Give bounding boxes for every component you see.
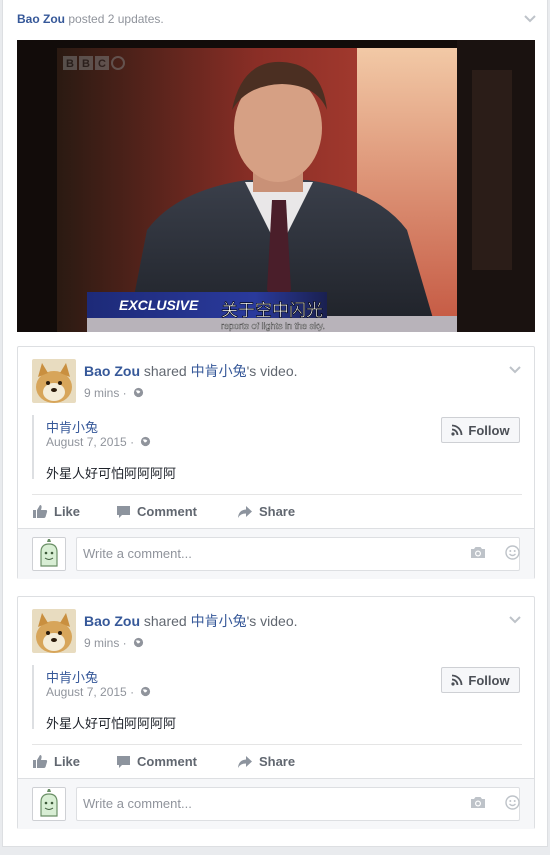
comment-button[interactable]: Comment bbox=[116, 754, 197, 769]
action-bar: Like Comment Share bbox=[32, 494, 522, 528]
camera-icon[interactable] bbox=[470, 546, 486, 559]
share-icon bbox=[237, 505, 252, 518]
post-header: Bao Zou shared 中肯小兔's video. bbox=[84, 362, 298, 380]
shared-post-card: Bao Zou shared 中肯小兔's video. 9 mins · 中肯… bbox=[17, 346, 535, 579]
shared-date: August 7, 2015 · bbox=[46, 685, 151, 699]
comment-composer: Write a comment... bbox=[18, 528, 534, 579]
globe-icon bbox=[133, 637, 144, 648]
shared-page-name[interactable]: 中肯小兔 bbox=[46, 667, 98, 686]
action-bar: Like Comment Share bbox=[32, 744, 522, 778]
share-icon bbox=[237, 755, 252, 768]
video-frame: B B C EXCLUSIVE 关于空中闪光 reports of lights… bbox=[17, 40, 535, 332]
chevron-down-icon[interactable] bbox=[523, 14, 537, 24]
author-link[interactable]: Bao Zou bbox=[84, 363, 140, 379]
rss-icon bbox=[451, 424, 463, 436]
post-header: Bao Zou shared 中肯小兔's video. bbox=[84, 612, 298, 630]
comment-input[interactable]: Write a comment... bbox=[76, 537, 520, 571]
rss-icon bbox=[451, 674, 463, 686]
post-meta: 9 mins · bbox=[84, 385, 144, 401]
shared-date-text[interactable]: August 7, 2015 bbox=[46, 685, 127, 699]
verb-text: shared bbox=[143, 363, 187, 379]
like-label: Like bbox=[54, 754, 81, 769]
exclusive-banner: EXCLUSIVE bbox=[119, 297, 199, 313]
share-button[interactable]: Share bbox=[237, 504, 295, 519]
like-button[interactable]: Like bbox=[32, 754, 80, 769]
doge-avatar-image bbox=[32, 609, 76, 653]
follow-label: Follow bbox=[468, 672, 510, 688]
share-label: Share bbox=[258, 754, 296, 769]
globe-icon bbox=[141, 686, 151, 697]
emoji-icon[interactable] bbox=[505, 545, 520, 560]
follow-button[interactable]: Follow bbox=[441, 667, 520, 693]
svg-text:B: B bbox=[82, 58, 90, 70]
timestamp[interactable]: 9 mins bbox=[84, 636, 119, 650]
avatar[interactable] bbox=[32, 359, 76, 403]
page-link[interactable]: 中肯小兔 bbox=[191, 363, 247, 379]
comment-label: Comment bbox=[137, 754, 197, 769]
comment-input[interactable]: Write a comment... bbox=[76, 787, 520, 821]
share-button[interactable]: Share bbox=[237, 754, 295, 769]
like-label: Like bbox=[54, 504, 81, 519]
object-text: 's video. bbox=[246, 363, 298, 379]
avatar[interactable] bbox=[32, 787, 66, 821]
follow-button[interactable]: Follow bbox=[441, 417, 520, 443]
header-text: posted 2 updates. bbox=[68, 12, 164, 26]
post-meta: 9 mins · bbox=[84, 635, 144, 651]
author-link[interactable]: Bao Zou bbox=[17, 12, 65, 26]
comment-icon bbox=[117, 505, 131, 518]
doge-avatar-image bbox=[32, 359, 76, 403]
page-link[interactable]: 中肯小兔 bbox=[191, 613, 247, 629]
feed-story: Bao Zou posted 2 updates. B B C EXCLUSIV… bbox=[2, 0, 548, 847]
globe-icon bbox=[133, 387, 144, 398]
object-text: 's video. bbox=[246, 613, 298, 629]
shared-date-text[interactable]: August 7, 2015 bbox=[46, 435, 127, 449]
emoji-icon[interactable] bbox=[505, 795, 520, 810]
share-label: Share bbox=[258, 504, 296, 519]
user-avatar-image bbox=[33, 788, 65, 820]
shared-message: 外星人好可怕阿阿阿阿 bbox=[46, 466, 177, 481]
comment-button[interactable]: Comment bbox=[116, 504, 197, 519]
verb-text: shared bbox=[143, 613, 187, 629]
chevron-down-icon[interactable] bbox=[508, 615, 522, 625]
shared-date: August 7, 2015 · bbox=[46, 435, 151, 449]
shared-post-card: Bao Zou shared 中肯小兔's video. 9 mins · 中肯… bbox=[17, 596, 535, 829]
timestamp[interactable]: 9 mins bbox=[84, 386, 119, 400]
author-link[interactable]: Bao Zou bbox=[84, 613, 140, 629]
chevron-down-icon[interactable] bbox=[508, 365, 522, 375]
camera-icon[interactable] bbox=[470, 796, 486, 809]
thumbs-up-icon bbox=[33, 505, 48, 518]
subtitle-cn: 关于空中闪光 bbox=[221, 301, 323, 321]
follow-label: Follow bbox=[468, 422, 510, 438]
shared-message: 外星人好可怕阿阿阿阿 bbox=[46, 716, 177, 731]
story-header: Bao Zou posted 2 updates. bbox=[17, 10, 164, 28]
avatar[interactable] bbox=[32, 537, 66, 571]
thumbs-up-icon bbox=[33, 755, 48, 768]
comment-label: Comment bbox=[137, 504, 197, 519]
like-button[interactable]: Like bbox=[32, 504, 80, 519]
globe-icon bbox=[141, 436, 151, 447]
subtitle-en: reports of lights in the sky. bbox=[221, 321, 325, 331]
video-player[interactable]: B B C EXCLUSIVE 关于空中闪光 reports of lights… bbox=[17, 40, 535, 332]
comment-composer: Write a comment... bbox=[18, 778, 534, 829]
avatar[interactable] bbox=[32, 609, 76, 653]
svg-text:B: B bbox=[66, 58, 74, 70]
user-avatar-image bbox=[33, 538, 65, 570]
comment-icon bbox=[117, 755, 131, 768]
shared-page-name[interactable]: 中肯小兔 bbox=[46, 417, 98, 436]
svg-text:C: C bbox=[98, 58, 106, 70]
